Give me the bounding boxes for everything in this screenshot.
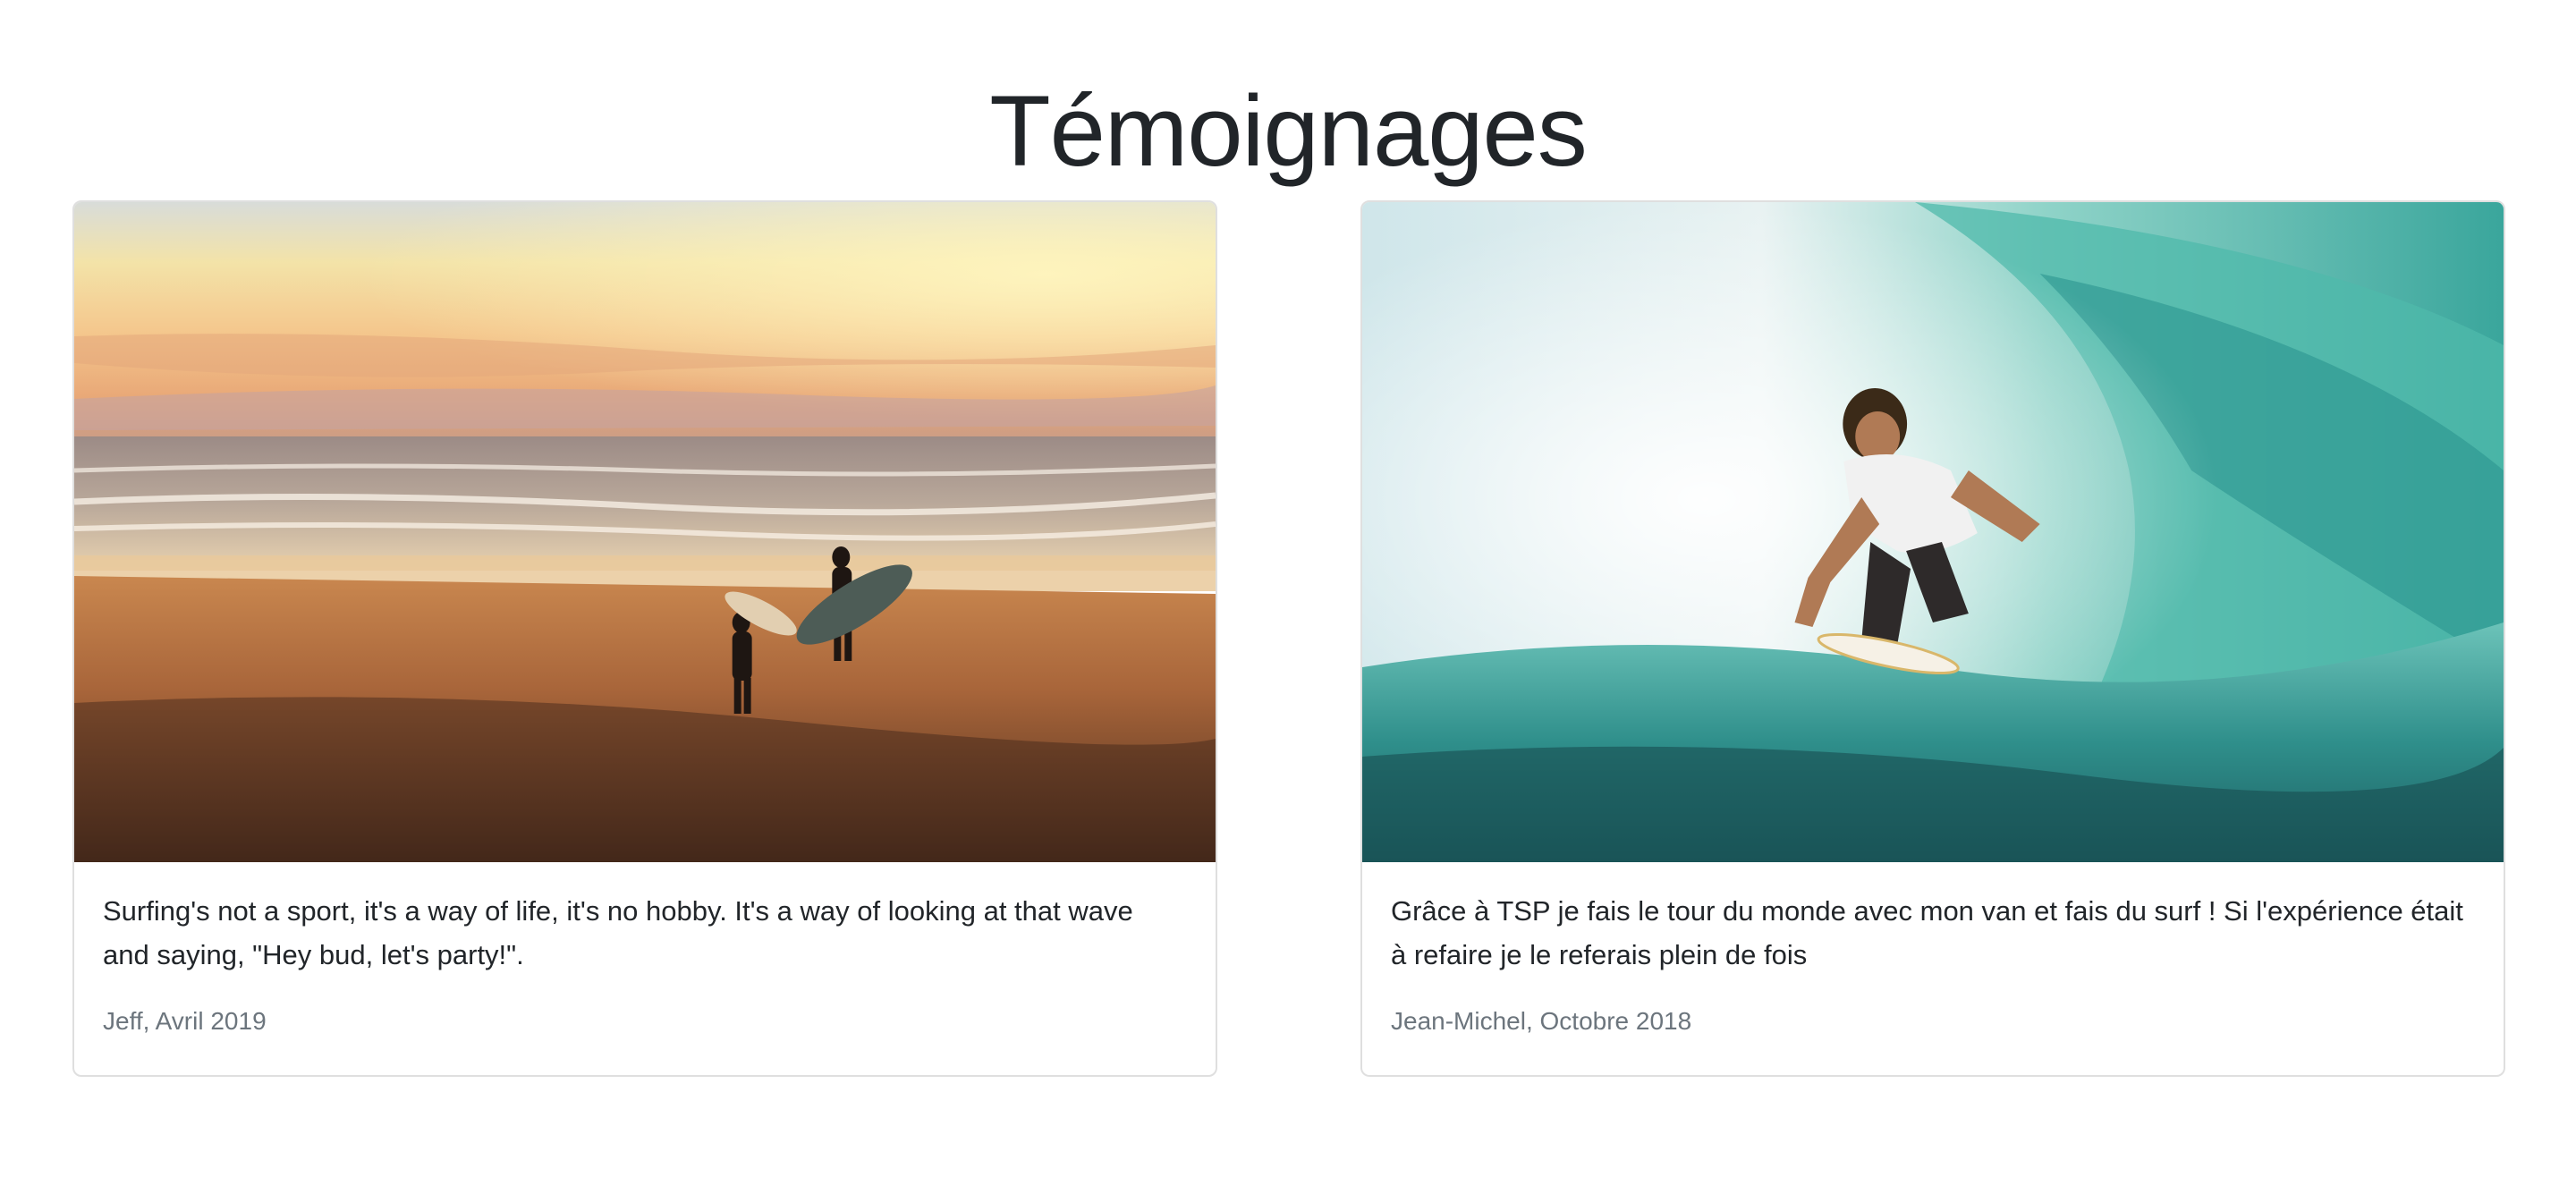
surfer-in-wave-barrel-photo: [1362, 202, 2504, 862]
testimonial-author: Jean-Michel, Octobre 2018: [1391, 1007, 1692, 1035]
testimonials-page: Témoignages Surfing's not a sport, it's …: [0, 0, 2576, 1177]
beach-sunset-surfers-photo: [74, 202, 1216, 862]
testimonial-body: Surfing's not a sport, it's a way of lif…: [103, 889, 1187, 1039]
testimonial-card: Surfing's not a sport, it's a way of lif…: [72, 200, 1217, 1077]
testimonial-quote: Grâce à TSP je fais le tour du monde ave…: [1391, 895, 2463, 970]
testimonial-author: Jeff, Avril 2019: [103, 1007, 267, 1035]
section-title: Témoignages: [989, 75, 1588, 187]
testimonial-quote: Surfing's not a sport, it's a way of lif…: [103, 895, 1133, 970]
testimonial-body: Grâce à TSP je fais le tour du monde ave…: [1391, 889, 2475, 1039]
testimonial-card: Grâce à TSP je fais le tour du monde ave…: [1360, 200, 2505, 1077]
